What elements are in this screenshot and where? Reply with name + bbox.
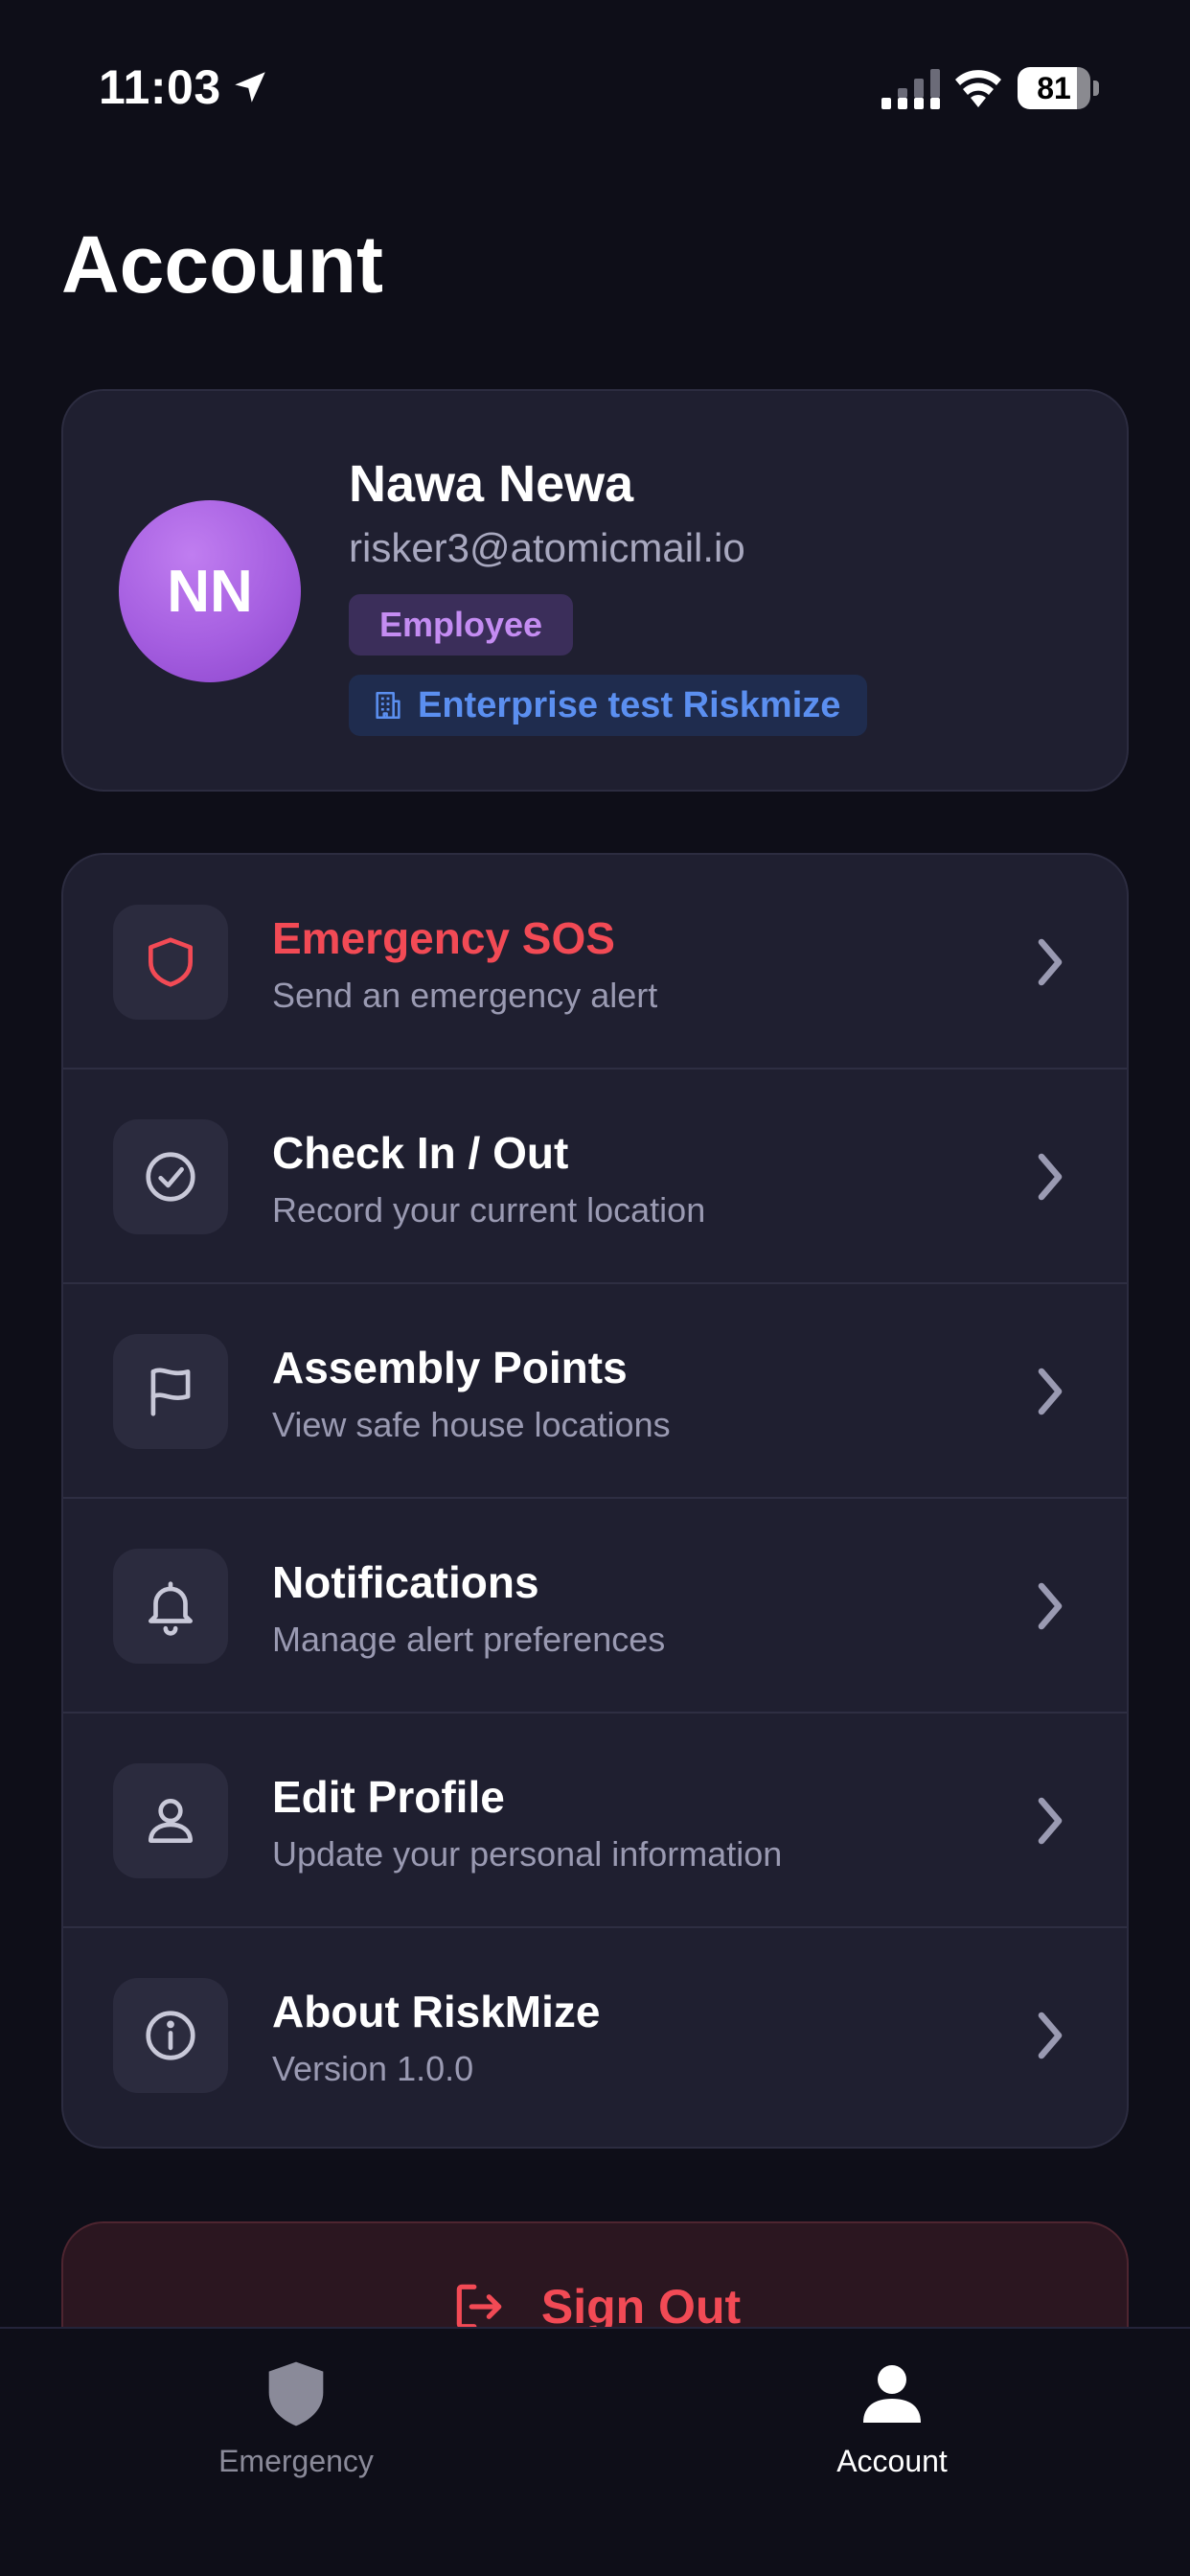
menu-item-title: Assembly Points	[272, 1343, 628, 1392]
profile-name: Nawa Newa	[349, 455, 634, 513]
organization-badge: Enterprise test Riskmize	[349, 675, 868, 736]
tab-label: Emergency	[218, 2444, 374, 2478]
menu-item-subtitle: Send an emergency alert	[272, 976, 658, 1015]
organization-name: Enterprise test Riskmize	[418, 684, 841, 725]
menu-item-subtitle: View safe house locations	[272, 1405, 671, 1444]
role-badge: Employee	[349, 594, 574, 656]
menu-item-assembly-points[interactable]: Assembly Points View safe house location…	[63, 1284, 1127, 1499]
chevron-right-icon	[1038, 1582, 1063, 1630]
menu-item-about[interactable]: About RiskMize Version 1.0.0	[63, 1928, 1127, 2143]
menu-item-notifications[interactable]: Notifications Manage alert preferences	[63, 1499, 1127, 1714]
shield-icon	[149, 937, 193, 987]
building-icon	[376, 691, 400, 720]
menu-item-edit-profile[interactable]: Edit Profile Update your personal inform…	[63, 1714, 1127, 1928]
chevron-right-icon	[1038, 938, 1063, 986]
menu-item-title: Emergency SOS	[272, 913, 615, 963]
menu-list: Emergency SOS Send an emergency alert Ch…	[61, 853, 1129, 2149]
chevron-right-icon	[1038, 1368, 1063, 1415]
flag-icon	[150, 1368, 191, 1416]
tab-bar: Emergency Account	[0, 2327, 1190, 2576]
bell-icon	[149, 1581, 193, 1636]
menu-item-title: Edit Profile	[272, 1772, 505, 1822]
menu-item-subtitle: Update your personal information	[272, 1834, 783, 1874]
menu-item-check-in-out[interactable]: Check In / Out Record your current locat…	[63, 1070, 1127, 1284]
menu-item-title: About RiskMize	[272, 1987, 601, 2036]
tab-label: Account	[836, 2444, 948, 2478]
menu-item-emergency-sos[interactable]: Emergency SOS Send an emergency alert	[63, 855, 1127, 1070]
status-time: 11:03	[99, 60, 221, 114]
info-icon	[146, 2011, 195, 2060]
person-icon	[863, 2365, 921, 2423]
chevron-right-icon	[1038, 1153, 1063, 1201]
chevron-right-icon	[1038, 2012, 1063, 2059]
cellular-signal-icon	[881, 69, 940, 109]
tab-account[interactable]: Account	[748, 2356, 1036, 2499]
avatar: NN	[119, 500, 301, 682]
profile-email: risker3@atomicmail.io	[349, 525, 745, 570]
wifi-icon	[955, 70, 1001, 107]
battery-icon: 81	[1018, 67, 1100, 109]
menu-item-subtitle: Version 1.0.0	[272, 2049, 474, 2088]
location-arrow-icon	[235, 72, 265, 103]
menu-item-subtitle: Record your current location	[272, 1190, 706, 1230]
page-title: Account	[61, 219, 383, 310]
user-icon	[149, 1799, 193, 1843]
menu-item-subtitle: Manage alert preferences	[272, 1620, 666, 1659]
account-screen: 11:03 81 Account NN Nawa Newa risker3@at…	[0, 0, 1190, 2576]
check-circle-icon	[146, 1152, 195, 1202]
battery-level: 81	[1037, 71, 1071, 105]
status-bar: 11:03 81	[0, 0, 1190, 172]
menu-item-title: Notifications	[272, 1557, 539, 1607]
chevron-right-icon	[1038, 1797, 1063, 1845]
menu-item-title: Check In / Out	[272, 1128, 569, 1178]
tab-emergency[interactable]: Emergency	[152, 2356, 440, 2499]
shield-icon	[268, 2361, 324, 2426]
profile-card: NN Nawa Newa risker3@atomicmail.io Emplo…	[61, 389, 1129, 792]
